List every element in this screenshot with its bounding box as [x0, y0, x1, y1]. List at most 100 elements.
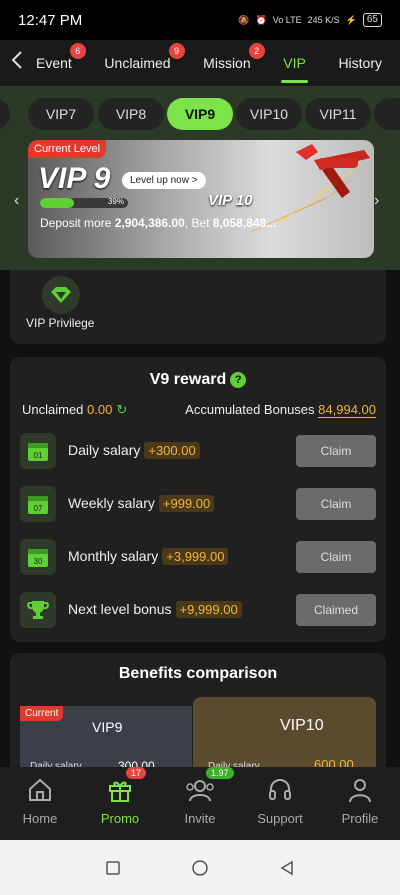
level-pill-vip11[interactable]: VIP11	[305, 98, 371, 130]
reward-row-weekly: 07 Weekly salary +999.00 Claim	[20, 486, 376, 522]
current-vip-label: VIP 9	[38, 162, 111, 195]
tab-vip[interactable]: VIP	[281, 47, 308, 83]
unclaimed-label: Unclaimed	[22, 402, 84, 417]
prev-level-button[interactable]: ‹	[14, 192, 19, 210]
reward-amount: +9,999.00	[175, 601, 242, 618]
level-pill-partial[interactable]	[374, 98, 400, 130]
reward-name-text: Next level bonus	[68, 601, 172, 617]
next-column-title: VIP10	[280, 717, 324, 734]
reward-amount: +999.00	[158, 495, 215, 512]
vip-privilege-label: VIP Privilege	[26, 316, 95, 330]
nav-profile[interactable]: Profile	[320, 767, 400, 840]
back-triangle-icon[interactable]	[279, 860, 295, 876]
claimed-button[interactable]: Claimed	[296, 594, 376, 626]
next-vip-label: VIP 10	[208, 192, 253, 209]
nav-home[interactable]: Home	[0, 767, 80, 840]
status-bar: 12:47 PM 🔕 ⏰ Vo LTE 245 K/S ⚡ 65	[0, 0, 400, 40]
accumulated-value[interactable]: 84,994.00	[318, 402, 376, 418]
reward-row-daily: 01 Daily salary +300.00 Claim	[20, 433, 376, 469]
speed-label: 245 K/S	[307, 15, 340, 25]
reward-name-text: Daily salary	[68, 442, 141, 458]
nav-label: Support	[257, 811, 303, 826]
recents-icon[interactable]	[105, 860, 121, 876]
tab-label: History	[338, 55, 382, 71]
bet-prefix: , Bet	[184, 216, 213, 230]
current-column-title: VIP9	[92, 719, 123, 735]
tab-mission[interactable]: Mission 2	[201, 43, 265, 79]
unclaimed-value: 0.00	[87, 402, 113, 417]
svg-text:07: 07	[34, 504, 43, 513]
reward-name-text: Monthly salary	[68, 548, 159, 564]
diamond-icon	[51, 287, 71, 303]
vip-privilege-button[interactable]	[42, 276, 80, 314]
system-nav-bar	[0, 840, 400, 895]
reward-name: Weekly salary +999.00	[68, 495, 215, 512]
level-up-button[interactable]: Level up now >	[122, 172, 206, 189]
accumulated-label: Accumulated Bonuses	[185, 402, 315, 417]
vip-privilege-section: VIP Privilege	[10, 270, 386, 344]
tab-unclaimed[interactable]: Unclaimed 9	[102, 43, 185, 79]
level-pill-vip7[interactable]: VIP7	[28, 98, 94, 130]
tab-badge: 2	[248, 43, 265, 59]
reward-amount: +3,999.00	[162, 548, 229, 565]
deposit-prefix: Deposit more	[40, 216, 115, 230]
system-icons: 🔕 ⏰ Vo LTE 245 K/S ⚡ 65	[238, 13, 382, 27]
home-circle-icon[interactable]	[191, 859, 209, 877]
upgrade-requirement: Deposit more 2,904,386.00, Bet 8,058,848…	[40, 216, 276, 230]
current-level-tag: Current Level	[28, 140, 107, 158]
progress-label: 39%	[107, 197, 124, 206]
calendar-icon: 07	[20, 486, 56, 522]
tab-label: Event	[36, 55, 72, 71]
current-tag: Current	[20, 706, 64, 721]
home-icon	[0, 777, 80, 803]
reward-title: V9 reward?	[10, 371, 386, 389]
tab-label: Mission	[203, 55, 251, 71]
gift-icon	[80, 777, 160, 803]
nav-badge: 17	[126, 767, 147, 779]
level-pill-vip8[interactable]: VIP8	[98, 98, 164, 130]
chevron-left-icon	[11, 51, 22, 69]
tab-bar: Event 6 Unclaimed 9 Mission 2 VIP History	[34, 43, 400, 83]
charging-icon: ⚡	[345, 14, 357, 25]
reward-row-monthly: 30 Monthly salary +3,999.00 Claim	[20, 539, 376, 575]
claim-button[interactable]: Claim	[296, 488, 376, 520]
nav-support[interactable]: Support	[240, 767, 320, 840]
level-pill-vip10[interactable]: VIP10	[236, 98, 302, 130]
svg-text:30: 30	[34, 557, 43, 566]
help-icon[interactable]: ?	[230, 372, 247, 388]
next-level-button[interactable]: ›	[374, 192, 379, 210]
nav-label: Promo	[100, 811, 140, 826]
back-button[interactable]	[0, 51, 34, 75]
top-nav: Event 6 Unclaimed 9 Mission 2 VIP History	[0, 40, 400, 86]
current-level-banner: Current Level VIP 9 Level up now > 39% V…	[28, 140, 374, 258]
bet-value: 8,058,848...	[212, 216, 277, 230]
refresh-icon[interactable]: ↻	[116, 402, 127, 417]
nav-label: Invite	[184, 811, 216, 826]
tab-history[interactable]: History	[336, 47, 384, 79]
bottom-nav: Home 17 Promo 1.97 Invite Support Profil…	[0, 767, 400, 840]
tab-event[interactable]: Event 6	[34, 43, 86, 79]
level-progress-bar: 39%	[40, 197, 128, 208]
nav-invite[interactable]: 1.97 Invite	[160, 767, 240, 840]
nav-label: Home	[22, 811, 58, 826]
accumulated-summary: Accumulated Bonuses 84,994.00	[185, 402, 376, 418]
alarm-icon: ⏰	[255, 14, 267, 25]
reward-name: Monthly salary +3,999.00	[68, 548, 229, 565]
people-icon	[160, 777, 240, 803]
claim-button[interactable]: Claim	[296, 435, 376, 467]
deposit-value: 2,904,386.00	[114, 216, 185, 230]
tab-label: VIP	[283, 55, 306, 71]
tab-badge: 9	[168, 43, 185, 59]
vip-reward-card: V9 reward? Unclaimed 0.00 ↻ Accumulated B…	[10, 357, 386, 642]
reward-name: Daily salary +300.00	[68, 442, 200, 459]
nav-promo[interactable]: 17 Promo	[80, 767, 160, 840]
level-pill-vip9[interactable]: VIP9	[167, 98, 233, 130]
battery-indicator: 65	[362, 13, 382, 27]
tab-badge: 6	[69, 43, 86, 59]
nav-label: Profile	[341, 811, 379, 826]
level-pill-partial[interactable]	[0, 98, 10, 130]
tab-label: Unclaimed	[104, 55, 171, 71]
trophy-icon	[20, 592, 56, 628]
claim-button[interactable]: Claim	[296, 541, 376, 573]
network-label: Vo LTE	[272, 15, 302, 25]
